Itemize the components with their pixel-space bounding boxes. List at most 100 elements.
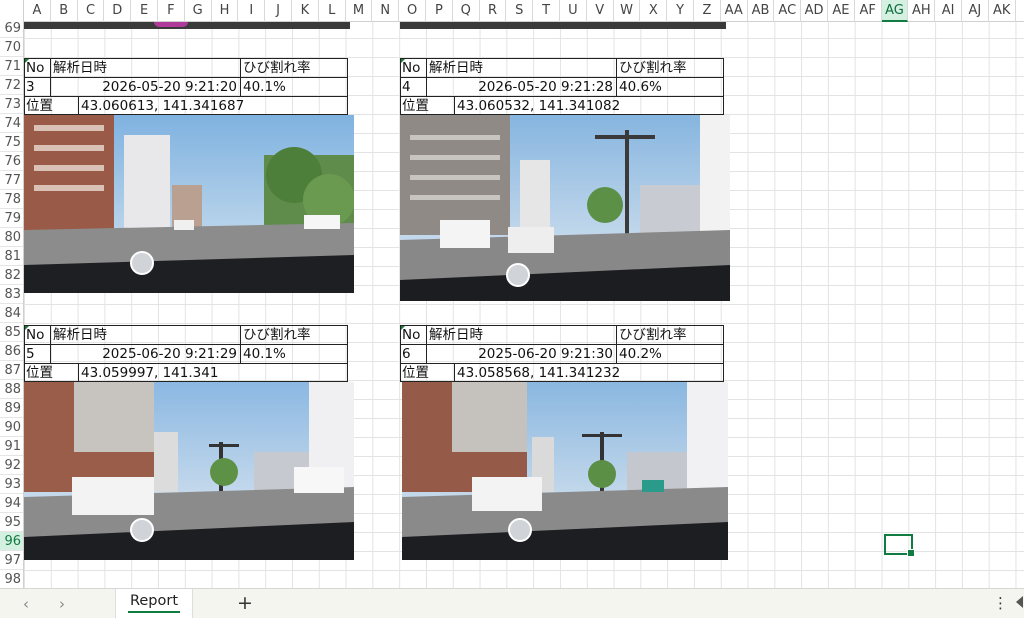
cell-rate[interactable]: 40.1% (240, 345, 348, 364)
cell-grid[interactable]: No 解析日時 ひび割れ率 3 2026-05-20 9:21:20 40.1%… (24, 22, 1024, 588)
cell-location-label[interactable]: 位置 (400, 364, 454, 383)
header-date[interactable]: 解析日時 (426, 59, 616, 78)
row-header-90[interactable]: 90 (0, 418, 23, 437)
row-header-71[interactable]: 71 (0, 57, 23, 76)
column-header-y[interactable]: Y (667, 0, 694, 22)
column-header-aj[interactable]: AJ (962, 0, 989, 22)
scroll-left-icon[interactable] (1016, 596, 1023, 608)
street-photo-5[interactable] (24, 382, 354, 560)
row-header-94[interactable]: 94 (0, 494, 23, 513)
column-header-c[interactable]: C (78, 0, 105, 22)
column-header-q[interactable]: Q (453, 0, 480, 22)
column-header-d[interactable]: D (104, 0, 132, 22)
row-header-76[interactable]: 76 (0, 152, 23, 171)
column-header-r[interactable]: R (480, 0, 507, 22)
column-header-m[interactable]: M (346, 0, 373, 22)
row-header-79[interactable]: 79 (0, 209, 23, 228)
cell-datetime[interactable]: 2025-06-20 9:21:30 (426, 345, 616, 364)
column-header-ah[interactable]: AH (908, 0, 936, 22)
select-all-corner[interactable] (0, 0, 24, 22)
street-photo-4[interactable] (400, 115, 730, 301)
column-header-b[interactable]: B (51, 0, 78, 22)
row-header-95[interactable]: 95 (0, 513, 23, 532)
cell-datetime[interactable]: 2026-05-20 9:21:20 (50, 78, 240, 97)
cell-datetime[interactable]: 2026-05-20 9:21:28 (426, 78, 616, 97)
header-rate[interactable]: ひび割れ率 (240, 326, 348, 345)
row-header-86[interactable]: 86 (0, 342, 23, 361)
cell-no[interactable]: 3 (24, 78, 50, 97)
row-header-96[interactable]: 96 (0, 532, 23, 551)
column-header-ai[interactable]: AI (935, 0, 962, 22)
column-header-a[interactable]: A (24, 0, 51, 22)
row-header-83[interactable]: 83 (0, 285, 23, 304)
street-photo-3[interactable] (24, 115, 354, 293)
row-header-72[interactable]: 72 (0, 76, 23, 95)
row-header-81[interactable]: 81 (0, 247, 23, 266)
column-header-i[interactable]: I (238, 0, 266, 22)
row-header-89[interactable]: 89 (0, 399, 23, 418)
column-header-af[interactable]: AF (855, 0, 882, 22)
row-header-87[interactable]: 87 (0, 361, 23, 380)
column-header-o[interactable]: O (399, 0, 426, 22)
cell-location[interactable]: 43.059997, 141.341 (78, 364, 348, 383)
column-header-f[interactable]: F (158, 0, 185, 22)
column-header-w[interactable]: W (614, 0, 641, 22)
row-header-75[interactable]: 75 (0, 133, 23, 152)
column-header-s[interactable]: S (506, 0, 534, 22)
row-header-77[interactable]: 77 (0, 171, 23, 190)
cell-no[interactable]: 6 (400, 345, 426, 364)
cell-datetime[interactable]: 2025-06-20 9:21:29 (50, 345, 240, 364)
photo-partial-1[interactable] (24, 22, 350, 29)
row-header-70[interactable]: 70 (0, 38, 23, 57)
column-header-g[interactable]: G (185, 0, 212, 22)
column-header-p[interactable]: P (426, 0, 453, 22)
header-date[interactable]: 解析日時 (50, 59, 240, 78)
cell-location[interactable]: 43.060613, 141.341687 (78, 97, 348, 116)
column-header-l[interactable]: L (319, 0, 346, 22)
row-header-82[interactable]: 82 (0, 266, 23, 285)
row-header-85[interactable]: 85 (0, 323, 23, 342)
cell-location-label[interactable]: 位置 (400, 97, 454, 116)
column-header-aa[interactable]: AA (721, 0, 748, 22)
cell-rate[interactable]: 40.1% (240, 78, 348, 97)
sheet-tab-report[interactable]: Report (115, 589, 193, 618)
column-header-ae[interactable]: AE (828, 0, 855, 22)
header-no[interactable]: No (24, 59, 50, 78)
cell-rate[interactable]: 40.6% (616, 78, 724, 97)
next-sheet-icon[interactable]: › (52, 595, 72, 613)
column-header-u[interactable]: U (560, 0, 587, 22)
column-header-v[interactable]: V (587, 0, 614, 22)
column-header-ak[interactable]: AK (989, 0, 1016, 22)
column-header-ad[interactable]: AD (801, 0, 828, 22)
cell-location-label[interactable]: 位置 (24, 97, 78, 116)
street-photo-6[interactable] (402, 382, 728, 560)
cell-rate[interactable]: 40.2% (616, 345, 724, 364)
row-header-91[interactable]: 91 (0, 437, 23, 456)
column-header-t[interactable]: T (533, 0, 560, 22)
selected-cell[interactable] (884, 534, 915, 557)
header-no[interactable]: No (400, 326, 426, 345)
cell-no[interactable]: 5 (24, 345, 50, 364)
header-date[interactable]: 解析日時 (426, 326, 616, 345)
header-rate[interactable]: ひび割れ率 (240, 59, 348, 78)
photo-partial-2[interactable] (400, 22, 726, 29)
header-rate[interactable]: ひび割れ率 (616, 326, 724, 345)
column-header-j[interactable]: J (265, 0, 292, 22)
cell-no[interactable]: 4 (400, 78, 426, 97)
add-sheet-button[interactable]: + (237, 592, 253, 614)
row-header-92[interactable]: 92 (0, 456, 23, 475)
row-header-84[interactable]: 84 (0, 304, 23, 323)
column-header-ag[interactable]: AG (881, 0, 909, 22)
row-header-74[interactable]: 74 (0, 114, 23, 133)
row-header-93[interactable]: 93 (0, 475, 23, 494)
row-header-98[interactable]: 98 (0, 570, 23, 588)
row-header-78[interactable]: 78 (0, 190, 23, 209)
column-header-z[interactable]: Z (694, 0, 721, 22)
cell-location[interactable]: 43.058568, 141.341232 (454, 364, 724, 383)
cell-location-label[interactable]: 位置 (24, 364, 78, 383)
column-header-k[interactable]: K (292, 0, 319, 22)
column-header-x[interactable]: X (640, 0, 668, 22)
column-header-n[interactable]: N (372, 0, 400, 22)
more-options-icon[interactable]: ⋮ (993, 594, 1008, 612)
row-header-69[interactable]: 69 (0, 22, 23, 38)
